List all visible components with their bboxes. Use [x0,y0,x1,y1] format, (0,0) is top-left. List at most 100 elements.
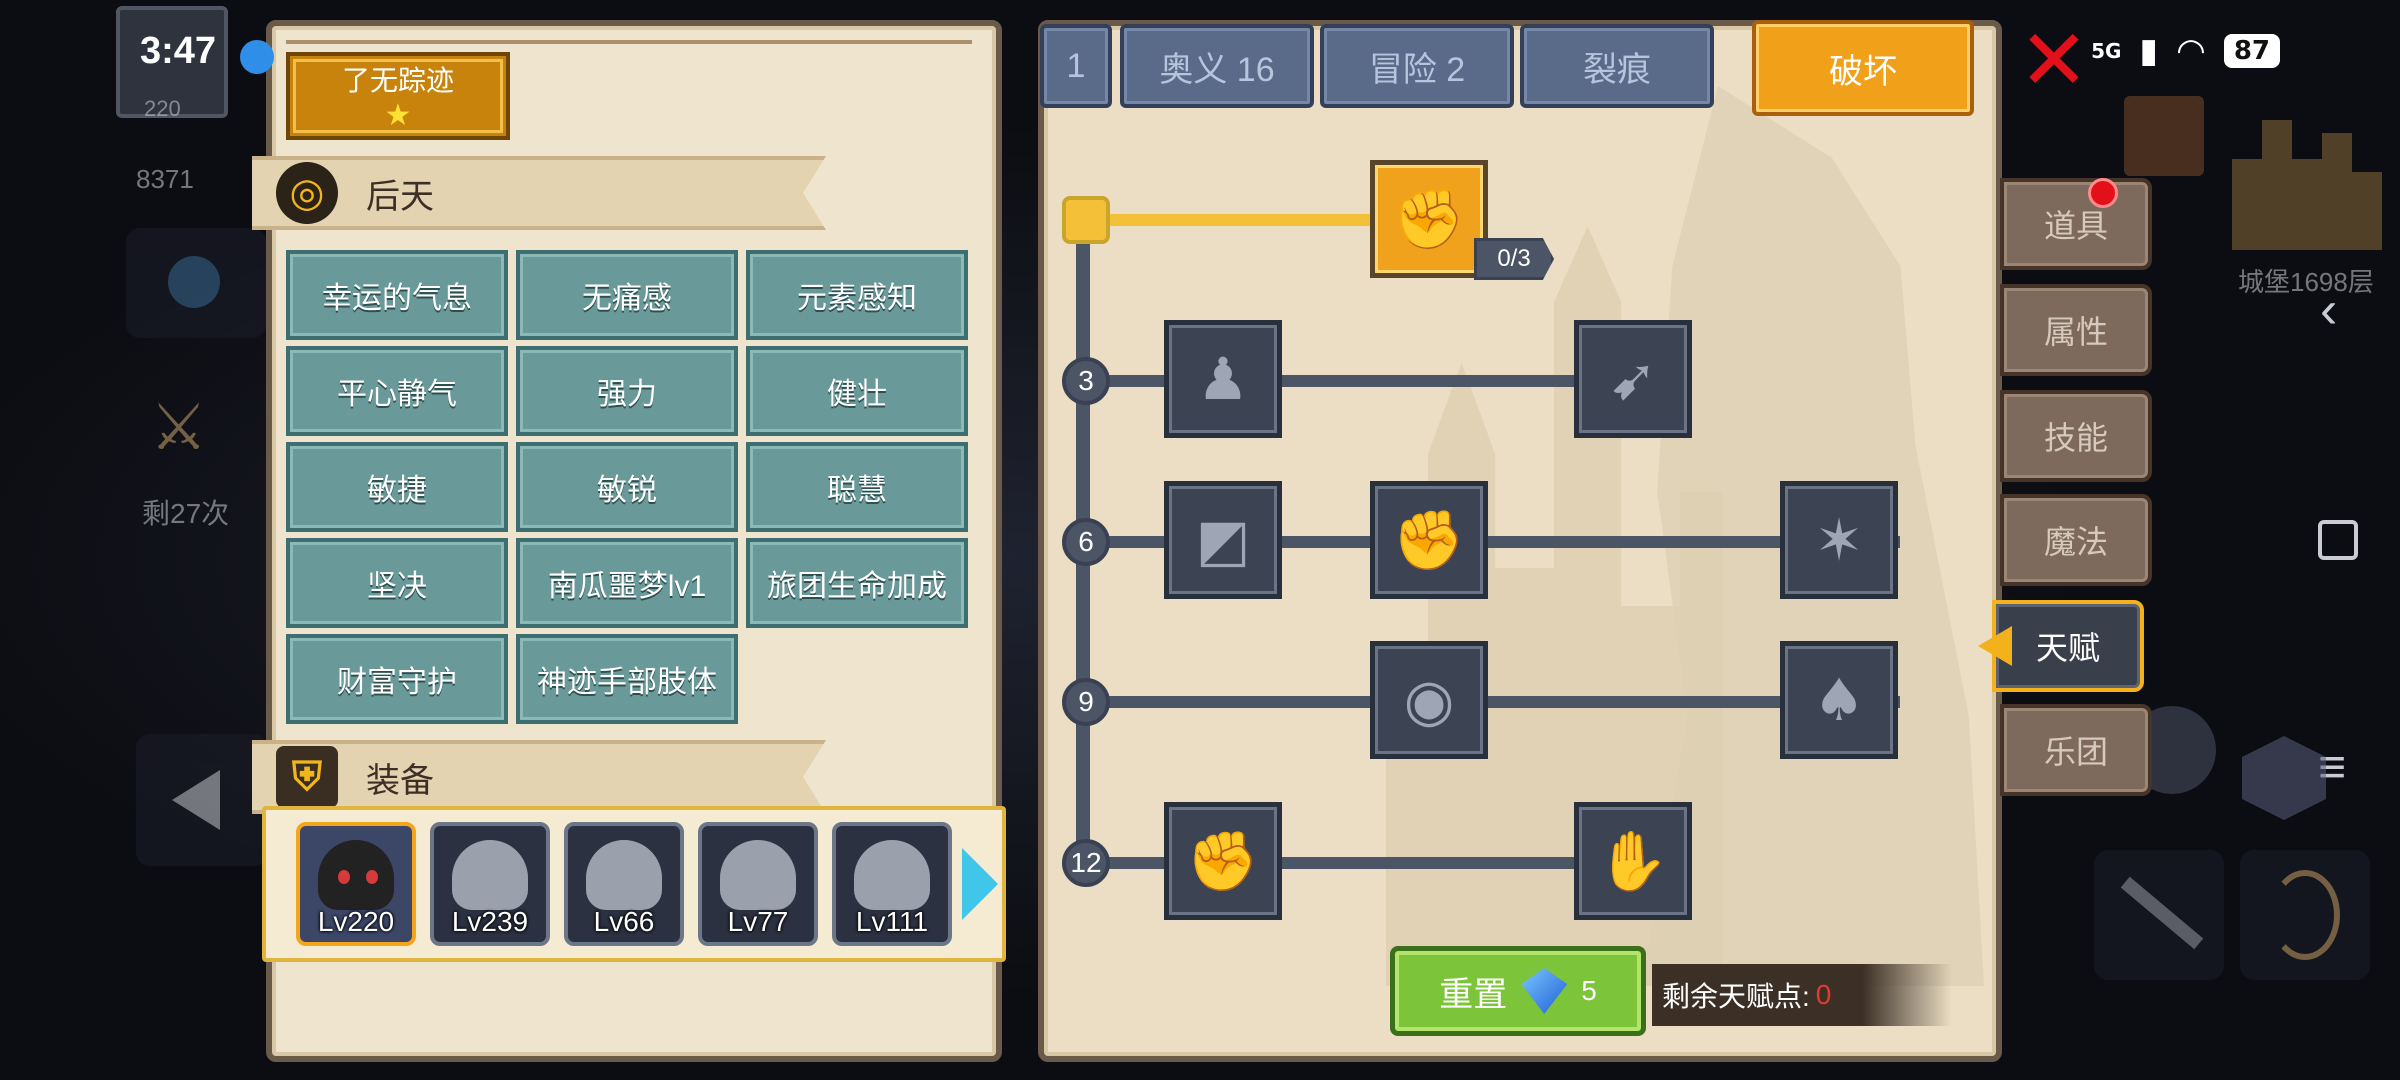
tab-rift[interactable]: 裂痕 [1520,24,1714,108]
sword-icon [2120,876,2204,950]
tier-level-badge: 3 [1062,357,1110,405]
status-indicators: 5G ▮ ◠ 87 [2091,26,2280,76]
equipment-slot[interactable]: Lv220 [296,822,416,946]
talent-node[interactable]: ♟ [1164,320,1282,438]
equipment-level: Lv220 [317,906,395,937]
hero-portrait [452,840,528,910]
eye [366,870,378,884]
talent-node[interactable]: ◉ [1370,641,1488,759]
back-arrow-button[interactable] [136,734,268,866]
reset-cost: 5 [1581,975,1597,1006]
equipment-slot[interactable]: Lv111 [832,822,952,946]
app-notification-icon [240,40,274,74]
back-chevron-icon[interactable]: ‹ [2320,280,2337,340]
skill-cell[interactable]: 南瓜噩梦lv1 [516,538,738,628]
knight-portrait[interactable] [2124,96,2204,176]
left-arrow-icon [172,770,220,830]
bow-slot[interactable] [2240,850,2370,980]
talent-root-count: 0/3 [1474,238,1554,280]
leaf-icon [168,256,220,308]
hero-portrait [586,840,662,910]
avatar-level: 220 [144,96,181,121]
stat-value: 8371 [136,164,194,194]
talent-node[interactable]: ➹ [1574,320,1692,438]
tree-branch-9 [1090,696,1900,708]
diamond-icon [1521,968,1568,1014]
equipment-section-label: 装备 [366,761,434,800]
skill-cell[interactable]: 财富守护 [286,634,508,724]
skill-cell[interactable]: 元素感知 [746,250,968,340]
bow-icon [2270,870,2340,960]
talent-node[interactable]: ◩ [1164,481,1282,599]
talent-node-root[interactable]: ✊ [1370,160,1488,278]
equipment-level: Lv111 [855,906,929,937]
skill-cell[interactable]: 敏捷 [286,442,508,532]
menu-skills[interactable]: 技能 [2000,390,2152,482]
network-type: 5G [2091,39,2122,63]
tier-level-badge: 9 [1062,678,1110,726]
tab-1[interactable]: 1 [1040,24,1112,108]
skill-cell[interactable]: 敏锐 [516,442,738,532]
square-nav-icon[interactable] [2318,520,2358,560]
tab-adventure[interactable]: 冒险 2 [1320,24,1514,108]
tree-root-node [1062,196,1110,244]
equipment-slot[interactable]: Lv66 [564,822,684,946]
character-title: 了无踪迹 [341,64,454,97]
fist-punch-icon: ✊ [1392,505,1466,574]
menu-magic[interactable]: 魔法 [2000,494,2152,586]
hand-grip-icon: ✋ [1596,826,1670,895]
character-title-badge[interactable]: 了无踪迹 ★ [286,52,510,140]
innate-section-header: ◎ 后天 [252,156,826,230]
hero-portrait [318,840,394,910]
talent-node[interactable]: ✶ [1780,481,1898,599]
armor-icon: ⛨ [276,746,338,808]
skill-cell[interactable]: 平心静气 [286,346,508,436]
arm-wrestle-icon: ✊ [1392,184,1466,253]
talent-node[interactable]: ✊ [1370,481,1488,599]
splash-strike-icon: ✶ [1814,506,1864,574]
guild-button[interactable] [126,228,266,338]
skill-cell[interactable]: 聪慧 [746,442,968,532]
crossed-swords-icon[interactable]: ⚔ [150,390,207,465]
talent-node[interactable]: ✋ [1574,802,1692,920]
skill-cell[interactable]: 神迹手部肢体 [516,634,738,724]
talent-node[interactable]: ♠ [1780,641,1898,759]
skill-cell[interactable]: 健壮 [746,346,968,436]
floor-label: 城堡1698层 [2238,267,2374,297]
talent-points-bar: 剩余天赋点: 0 [1652,964,1952,1026]
equipment-slot[interactable]: Lv239 [430,822,550,946]
arrow-slash-icon: ➹ [1608,345,1658,413]
eye [338,870,350,884]
equipment-section-header: ⛨ 装备 [252,740,826,814]
shield-break-icon: ◩ [1195,506,1251,574]
talent-node[interactable]: ✊ [1164,802,1282,920]
tab-mystery[interactable]: 奥义 16 [1120,24,1314,108]
skill-cell[interactable]: 幸运的气息 [286,250,508,340]
equipment-slot[interactable]: Lv77 [698,822,818,946]
tab-destruction[interactable]: 破坏 [1752,20,1974,116]
skill-cell[interactable]: 旅团生命加成 [746,538,968,628]
skill-cell[interactable]: 强力 [516,346,738,436]
tier-level-badge: 6 [1062,518,1110,566]
equipment-row: Lv220 Lv239 Lv66 Lv77 Lv111 [262,806,1006,962]
reset-button[interactable]: 重置 5 [1390,946,1646,1036]
menu-band[interactable]: 乐团 [2000,704,2152,796]
menu-attributes[interactable]: 属性 [2000,284,2152,376]
tree-branch-root [1090,214,1380,226]
wifi-icon: ◠ [2176,31,2206,71]
equipment-level: Lv239 [451,906,529,937]
sword-slot[interactable] [2094,850,2224,980]
title-star-icon: ★ [384,97,412,133]
reset-label: 重置 [1439,975,1508,1014]
menu-items[interactable]: 道具 [2000,178,2152,270]
spiral-icon: ◎ [276,162,338,224]
next-arrow-icon[interactable] [962,848,998,920]
skill-cell[interactable]: 坚决 [286,538,508,628]
talent-points-value: 0 [1815,979,1832,1010]
close-icon[interactable]: ✕ [2014,18,2094,102]
signal-icon: ▮ [2139,31,2159,71]
equipment-level: Lv66 [593,906,655,937]
notification-dot [2088,178,2118,208]
skill-cell[interactable]: 无痛感 [516,250,738,340]
menu-talent[interactable]: 天赋 [1992,600,2144,692]
